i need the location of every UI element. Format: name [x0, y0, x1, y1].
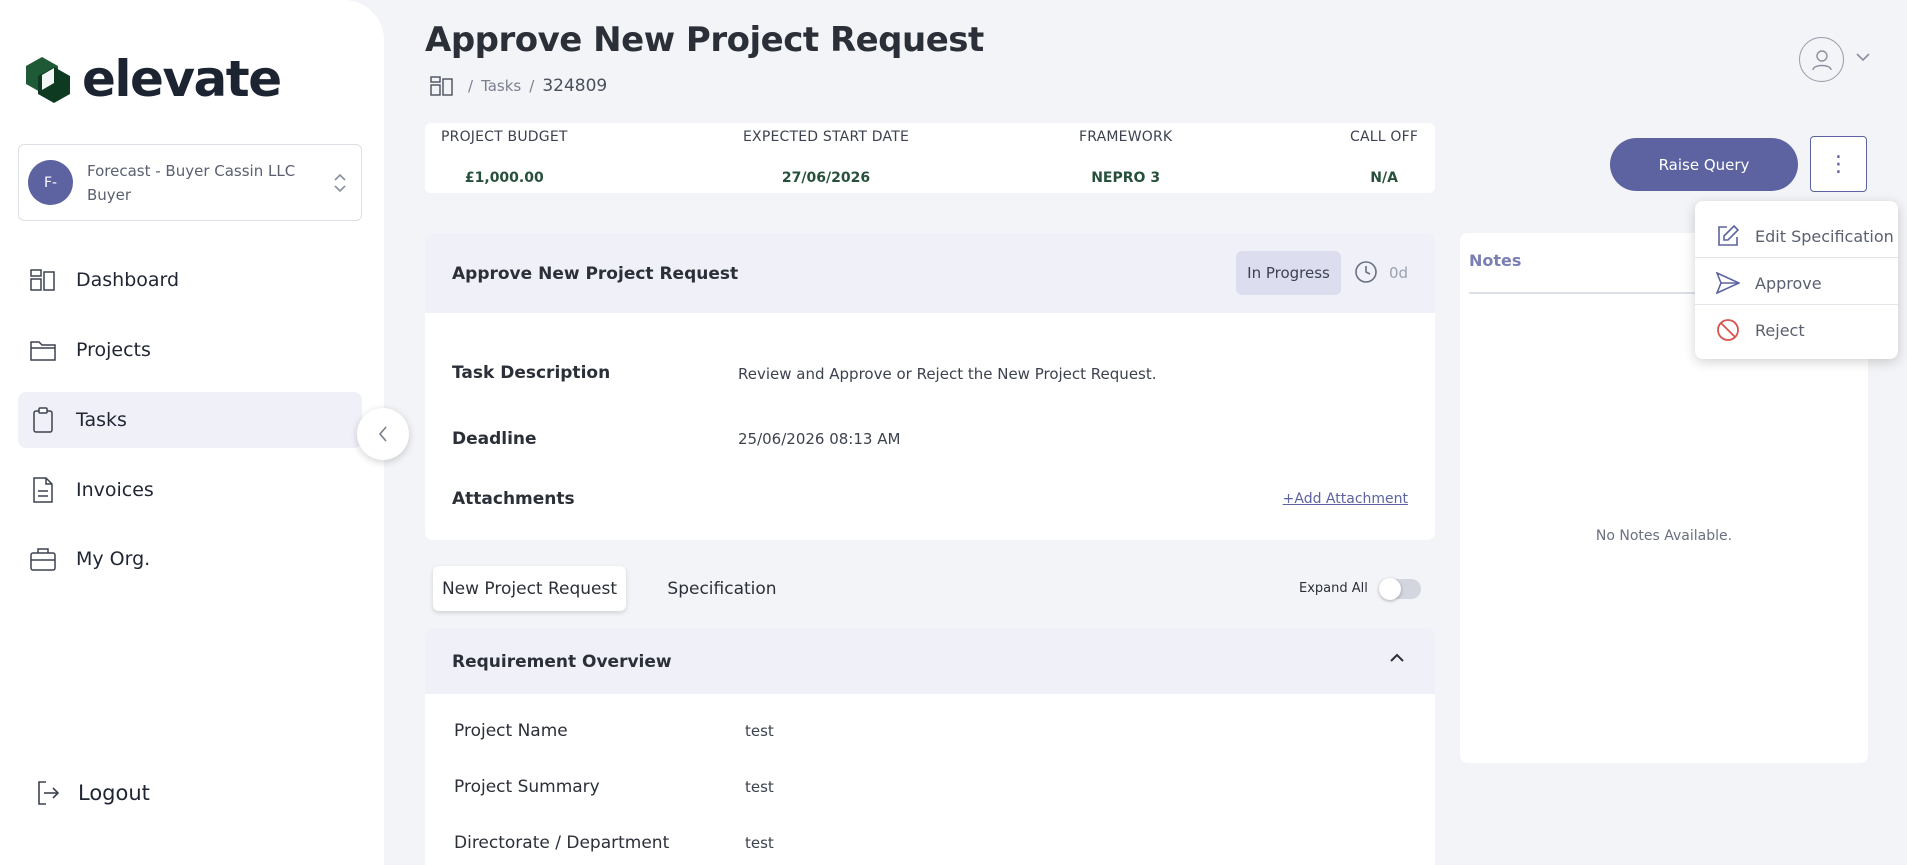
project-summary-label: Project Summary	[454, 777, 600, 797]
brand-name: elevate	[82, 50, 282, 108]
project-name-value: test	[745, 722, 774, 740]
stat-project-budget: PROJECT BUDGET £1,000.00	[441, 129, 568, 186]
page-title: Approve New Project Request	[425, 20, 984, 60]
org-name: Forecast - Buyer Cassin LLC	[87, 161, 296, 180]
menu-item-label: Edit Specification	[1755, 226, 1894, 246]
deadline-label: Deadline	[452, 429, 537, 449]
requirement-overview-title: Requirement Overview	[452, 652, 672, 672]
breadcrumb: / Tasks / 324809	[430, 76, 607, 96]
org-switcher[interactable]: F- Forecast - Buyer Cassin LLC Buyer	[18, 144, 362, 221]
task-description-label: Task Description	[452, 363, 611, 383]
menu-item-edit-specification[interactable]: Edit Specification	[1695, 213, 1898, 259]
breadcrumb-separator: /	[468, 77, 474, 95]
notes-title: Notes	[1469, 251, 1522, 270]
breadcrumb-tasks-link[interactable]: Tasks	[481, 77, 521, 95]
brand-logo[interactable]: elevate	[24, 50, 282, 108]
requirement-overview-card: Requirement Overview Project Name test P…	[425, 628, 1435, 865]
notes-empty-state: No Notes Available.	[1595, 528, 1733, 544]
sidebar-item-tasks[interactable]: Tasks	[18, 392, 362, 448]
raise-query-button[interactable]: Raise Query	[1610, 138, 1798, 191]
sidebar-item-invoices[interactable]: Invoices	[18, 462, 362, 518]
more-actions-button[interactable]: ⋮	[1810, 136, 1867, 192]
edit-icon	[1715, 223, 1741, 249]
logout-label: Logout	[78, 781, 150, 805]
folder-icon	[30, 337, 56, 363]
chevron-down-icon[interactable]	[1855, 52, 1871, 62]
sidebar-item-label: Projects	[76, 339, 151, 361]
task-description-value: Review and Approve or Reject the New Pro…	[738, 365, 1157, 383]
menu-item-label: Reject	[1755, 320, 1805, 340]
sidebar-item-label: My Org.	[76, 548, 151, 570]
directorate-value: test	[745, 834, 774, 852]
task-card-header: Approve New Project Request In Progress …	[425, 233, 1435, 313]
chevron-left-icon	[378, 426, 387, 442]
ban-icon	[1715, 317, 1741, 343]
sidebar: elevate F- Forecast - Buyer Cassin LLC B…	[0, 0, 384, 865]
sidebar-item-dashboard[interactable]: Dashboard	[18, 252, 362, 308]
menu-item-label: Approve	[1755, 273, 1822, 293]
logout-icon	[38, 781, 60, 805]
toggle-knob	[1379, 578, 1401, 600]
collapse-sidebar-button[interactable]	[357, 408, 409, 460]
chevron-up-icon[interactable]	[1389, 652, 1405, 664]
clock-icon	[1355, 261, 1377, 283]
dashboard-icon[interactable]	[430, 76, 454, 96]
expand-all-label: Expand All	[1299, 581, 1368, 596]
expand-all-toggle[interactable]	[1379, 578, 1421, 600]
requirement-overview-header[interactable]: Requirement Overview	[425, 628, 1435, 694]
logo-mark-icon	[26, 57, 70, 103]
org-role: Buyer	[87, 185, 132, 204]
chevron-updown-icon	[334, 173, 346, 193]
sidebar-item-label: Dashboard	[76, 269, 180, 291]
task-title: Approve New Project Request	[452, 264, 739, 284]
user-icon	[1811, 49, 1832, 70]
actions-menu: Edit Specification Approve Reject	[1695, 201, 1898, 359]
breadcrumb-current: 324809	[542, 76, 608, 96]
project-summary-strip: PROJECT BUDGET £1,000.00 EXPECTED START …	[425, 123, 1435, 193]
sidebar-item-label: Invoices	[76, 479, 154, 501]
stat-expected-start-date: EXPECTED START DATE 27/06/2026	[743, 129, 909, 186]
dashboard-icon	[30, 267, 56, 293]
deadline-value: 25/06/2026 08:13 AM	[738, 430, 901, 448]
logout-button[interactable]: Logout	[36, 780, 150, 806]
menu-item-reject[interactable]: Reject	[1695, 307, 1898, 353]
project-summary-value: test	[745, 778, 774, 796]
breadcrumb-separator: /	[529, 77, 535, 95]
project-name-label: Project Name	[454, 721, 568, 741]
attachments-label: Attachments	[452, 489, 575, 509]
briefcase-icon	[30, 546, 56, 572]
status-badge: In Progress	[1236, 251, 1341, 295]
kebab-icon: ⋮	[1827, 151, 1850, 177]
sidebar-item-label: Tasks	[76, 409, 127, 431]
directorate-label: Directorate / Department	[454, 833, 670, 853]
add-attachment-link[interactable]: +Add Attachment	[1283, 491, 1408, 507]
stat-framework: FRAMEWORK NEPRO 3	[1079, 129, 1173, 186]
menu-divider	[1695, 257, 1898, 258]
org-avatar: F-	[28, 160, 73, 205]
tab-specification[interactable]: Specification	[648, 566, 796, 611]
tab-new-project-request[interactable]: New Project Request	[433, 566, 626, 611]
sidebar-item-my-org[interactable]: My Org.	[18, 531, 362, 587]
days-counter: 0d	[1389, 264, 1409, 282]
document-icon	[30, 477, 56, 503]
send-icon	[1715, 270, 1741, 296]
clipboard-icon	[30, 407, 56, 433]
menu-divider	[1695, 304, 1898, 305]
menu-item-approve[interactable]: Approve	[1695, 260, 1898, 306]
stat-call-off: CALL OFF N/A	[1350, 129, 1419, 186]
task-card: Approve New Project Request In Progress …	[425, 233, 1435, 540]
user-avatar[interactable]	[1799, 37, 1844, 82]
sidebar-item-projects[interactable]: Projects	[18, 322, 362, 378]
